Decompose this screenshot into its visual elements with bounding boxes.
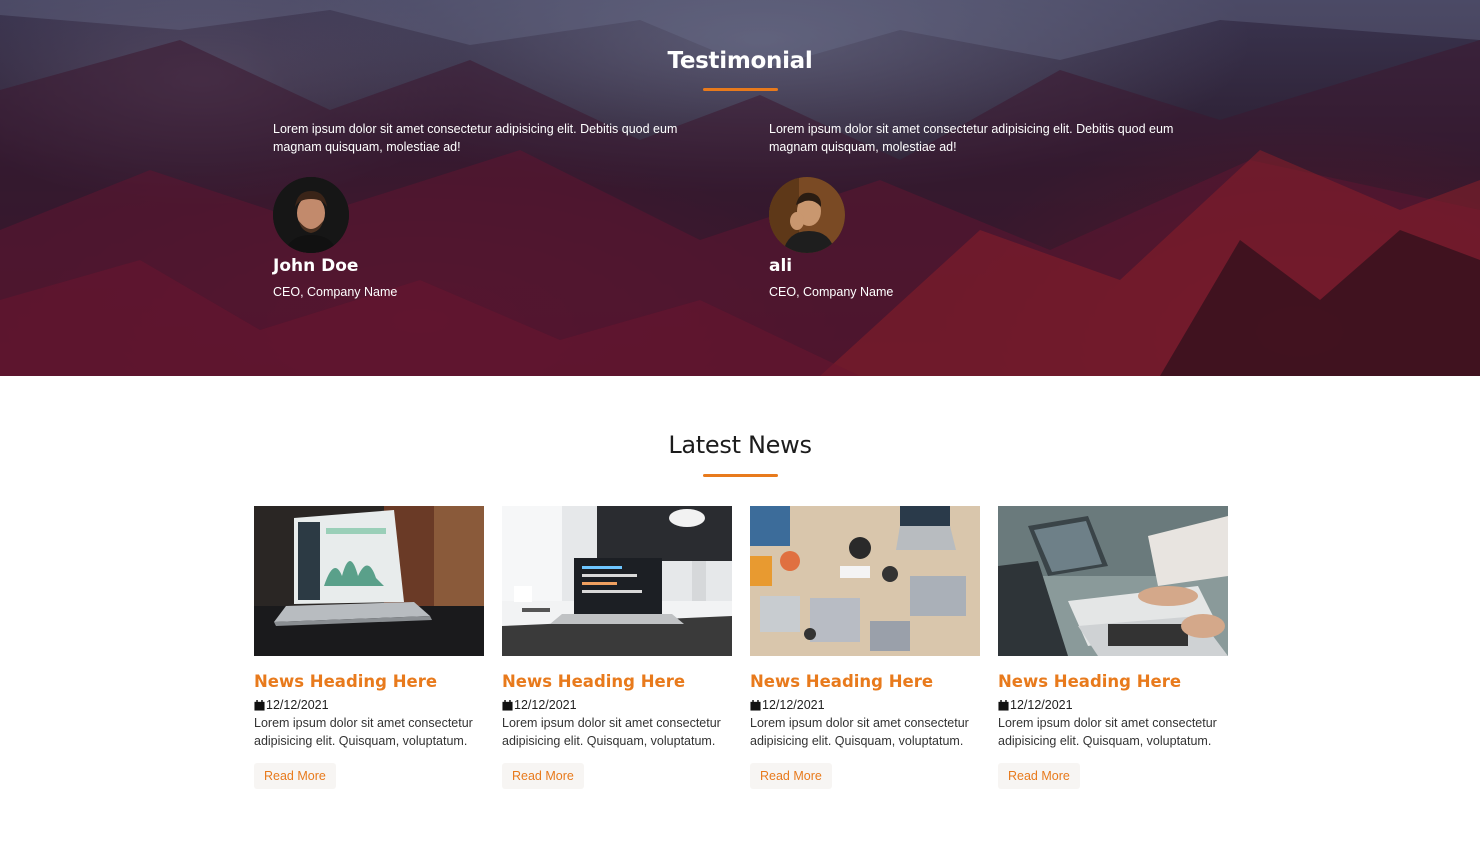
news-image-meeting-laptops[interactable] — [998, 506, 1228, 656]
testimonial-role: CEO, Company Name — [769, 285, 894, 299]
news-list: News Heading Here 12/12/2021 Lorem ipsum… — [254, 506, 1228, 789]
latest-news-section: Latest News News Heading Here 12/12/2021… — [0, 376, 1480, 789]
avatar — [769, 177, 845, 253]
title-underline — [702, 88, 778, 91]
testimonial-content: Testimonial Lorem ipsum dolor sit amet c… — [0, 0, 1480, 299]
news-date: 12/12/2021 — [502, 698, 732, 712]
testimonial-name: John Doe — [273, 256, 359, 276]
testimonial-quote: Lorem ipsum dolor sit amet consectetur a… — [769, 122, 1174, 154]
testimonial-item: Lorem ipsum dolor sit amet consectetur a… — [273, 120, 713, 299]
read-more-button[interactable]: Read More — [254, 763, 336, 789]
news-card: News Heading Here 12/12/2021 Lorem ipsum… — [502, 506, 732, 789]
news-card: News Heading Here 12/12/2021 Lorem ipsum… — [254, 506, 484, 789]
news-image-laptop-code[interactable] — [502, 506, 732, 656]
news-excerpt: Lorem ipsum dolor sit amet consectetur a… — [750, 716, 969, 748]
news-excerpt: Lorem ipsum dolor sit amet consectetur a… — [254, 716, 473, 748]
calendar-icon — [254, 699, 265, 711]
news-date: 12/12/2021 — [998, 698, 1228, 712]
calendar-icon — [998, 699, 1009, 711]
news-image-team-desk[interactable] — [750, 506, 980, 656]
testimonial-role: CEO, Company Name — [273, 285, 398, 299]
news-card: News Heading Here 12/12/2021 Lorem ipsum… — [750, 506, 980, 789]
news-heading[interactable]: News Heading Here — [254, 672, 484, 691]
news-image-laptop-dashboard[interactable] — [254, 506, 484, 656]
testimonial-section: Testimonial Lorem ipsum dolor sit amet c… — [0, 0, 1480, 376]
calendar-icon — [750, 699, 761, 711]
testimonial-item: Lorem ipsum dolor sit amet consectetur a… — [769, 120, 1209, 299]
calendar-icon — [502, 699, 513, 711]
testimonial-quote: Lorem ipsum dolor sit amet consectetur a… — [273, 122, 678, 154]
news-heading[interactable]: News Heading Here — [998, 672, 1228, 691]
news-date-text: 12/12/2021 — [266, 698, 329, 712]
read-more-button[interactable]: Read More — [998, 763, 1080, 789]
avatar — [273, 177, 349, 253]
read-more-button[interactable]: Read More — [502, 763, 584, 789]
testimonial-list: Lorem ipsum dolor sit amet consectetur a… — [245, 120, 1235, 299]
news-heading[interactable]: News Heading Here — [502, 672, 732, 691]
news-card: News Heading Here 12/12/2021 Lorem ipsum… — [998, 506, 1228, 789]
title-underline — [702, 474, 778, 477]
news-excerpt: Lorem ipsum dolor sit amet consectetur a… — [998, 716, 1217, 748]
news-title: Latest News — [668, 431, 812, 459]
testimonial-title: Testimonial — [667, 48, 813, 74]
news-date-text: 12/12/2021 — [762, 698, 825, 712]
news-date-text: 12/12/2021 — [514, 698, 577, 712]
read-more-button[interactable]: Read More — [750, 763, 832, 789]
news-heading[interactable]: News Heading Here — [750, 672, 980, 691]
news-date-text: 12/12/2021 — [1010, 698, 1073, 712]
news-date: 12/12/2021 — [254, 698, 484, 712]
news-date: 12/12/2021 — [750, 698, 980, 712]
news-excerpt: Lorem ipsum dolor sit amet consectetur a… — [502, 716, 721, 748]
testimonial-name: ali — [769, 256, 793, 276]
